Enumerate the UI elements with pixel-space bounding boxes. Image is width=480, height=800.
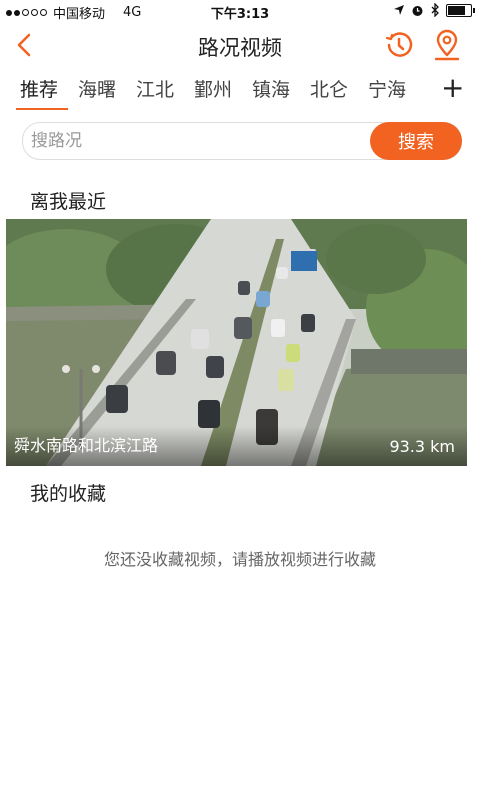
status-bar: 中国移动 4G 下午3:13 bbox=[0, 0, 480, 22]
video-distance: 93.3 km bbox=[389, 437, 455, 456]
tab-haishu[interactable]: 海曙 bbox=[78, 75, 116, 102]
nearby-section-title: 离我最近 bbox=[30, 191, 107, 213]
favorites-section-title: 我的收藏 bbox=[30, 483, 107, 505]
video-card[interactable]: 舜水南路和北滨江路 93.3 km bbox=[6, 219, 467, 466]
tab-ninghai[interactable]: 宁海 bbox=[368, 75, 406, 102]
favorites-empty-message: 您还没收藏视频，请播放视频进行收藏 bbox=[103, 550, 376, 569]
nav-bar: 路况视频 bbox=[0, 22, 480, 68]
battery-icon bbox=[446, 3, 475, 17]
alarm-icon bbox=[412, 5, 423, 16]
tab-yinzhou[interactable]: 鄞州 bbox=[194, 75, 232, 102]
history-clock-icon[interactable] bbox=[382, 28, 416, 62]
location-pin-icon[interactable] bbox=[430, 28, 464, 62]
tab-beilun[interactable]: 北仑 bbox=[310, 75, 348, 102]
active-tab-indicator bbox=[16, 108, 68, 110]
add-tab-button[interactable]: + bbox=[441, 74, 464, 102]
tab-zhenhai[interactable]: 镇海 bbox=[252, 75, 290, 102]
bluetooth-icon bbox=[431, 3, 439, 17]
search-input[interactable] bbox=[29, 127, 363, 155]
location-arrow-icon bbox=[394, 5, 404, 15]
status-right bbox=[393, 3, 475, 17]
district-tabs: 推荐 海曙 江北 鄞州 镇海 北仑 宁海 + bbox=[0, 70, 480, 110]
search-bar: 搜索 bbox=[22, 122, 462, 160]
tab-jiangbei[interactable]: 江北 bbox=[136, 75, 174, 102]
tab-recommend[interactable]: 推荐 bbox=[20, 75, 58, 102]
video-location-name: 舜水南路和北滨江路 bbox=[14, 436, 159, 455]
search-button[interactable]: 搜索 bbox=[370, 122, 462, 160]
